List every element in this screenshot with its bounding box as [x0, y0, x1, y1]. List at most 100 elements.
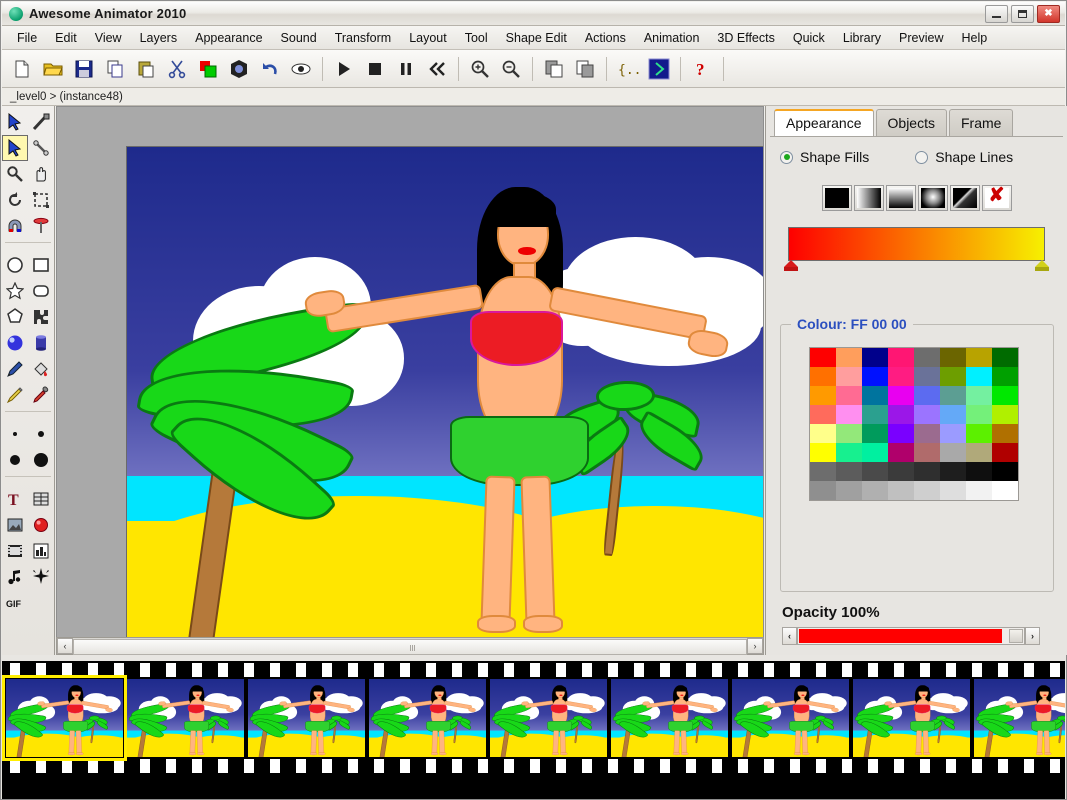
opacity-slider[interactable]: ‹ › — [782, 626, 1040, 646]
colour-swatch[interactable] — [966, 424, 992, 443]
colour-swatch[interactable] — [810, 481, 836, 500]
hand-pan-tool[interactable] — [28, 161, 54, 187]
menu-item-appearance[interactable]: Appearance — [186, 28, 271, 48]
canvas-horizontal-scrollbar[interactable]: ‹ › — [56, 637, 764, 655]
magnet-snap-tool[interactable] — [2, 213, 28, 239]
select-arrow-tool[interactable] — [2, 109, 28, 135]
colour-swatch[interactable] — [836, 405, 862, 424]
open-folder-icon[interactable] — [38, 54, 68, 84]
pause-icon[interactable] — [391, 54, 421, 84]
rounded-rect-tool[interactable] — [28, 278, 54, 304]
duplicate-front-icon[interactable] — [539, 54, 569, 84]
colour-swatch[interactable] — [940, 405, 966, 424]
effects-sparkle-tool[interactable] — [28, 564, 54, 590]
colour-swatch[interactable] — [914, 367, 940, 386]
colour-swatch[interactable] — [836, 348, 862, 367]
colour-swatch[interactable] — [862, 348, 888, 367]
colour-swatch[interactable] — [914, 481, 940, 500]
colour-swatch[interactable] — [836, 424, 862, 443]
cylinder-3d-tool[interactable] — [28, 330, 54, 356]
colour-swatch[interactable] — [966, 405, 992, 424]
filmstrip-frame[interactable] — [852, 678, 971, 758]
play-icon[interactable] — [329, 54, 359, 84]
gradient-preview-bar[interactable] — [788, 227, 1045, 261]
colour-swatch[interactable] — [888, 462, 914, 481]
filmstrip-frame[interactable] — [2, 675, 127, 761]
table-tool[interactable] — [28, 486, 54, 512]
menu-item-sound[interactable]: Sound — [272, 28, 326, 48]
duplicate-back-icon[interactable] — [570, 54, 600, 84]
line-edit-tool[interactable] — [28, 109, 54, 135]
colour-swatch[interactable] — [836, 386, 862, 405]
scroll-left-arrow-icon[interactable]: ‹ — [57, 638, 73, 654]
film-tool[interactable] — [2, 538, 28, 564]
close-button[interactable]: ✖ — [1037, 5, 1060, 23]
minimize-button[interactable] — [985, 5, 1008, 23]
menu-item-3d-effects[interactable]: 3D Effects — [708, 28, 783, 48]
linear-gradient-fill-button[interactable] — [853, 185, 884, 211]
subselect-tool[interactable] — [2, 135, 28, 161]
colour-swatch-grid[interactable] — [809, 347, 1019, 501]
sphere-3d-tool[interactable] — [2, 330, 28, 356]
swap-colors-icon[interactable] — [193, 54, 223, 84]
scrollbar-track[interactable] — [73, 638, 747, 655]
colour-swatch[interactable] — [992, 386, 1018, 405]
rectangle-tool[interactable] — [28, 252, 54, 278]
colour-swatch[interactable] — [940, 424, 966, 443]
bitmap-fill-button[interactable] — [949, 185, 980, 211]
chart-tool[interactable] — [28, 538, 54, 564]
node-edit-tool[interactable] — [28, 135, 54, 161]
gradient-editor[interactable] — [784, 227, 1049, 271]
colour-swatch[interactable] — [862, 386, 888, 405]
colour-swatch[interactable] — [888, 367, 914, 386]
menu-item-layers[interactable]: Layers — [131, 28, 187, 48]
colour-swatch[interactable] — [862, 462, 888, 481]
filmstrip-frame[interactable] — [973, 678, 1065, 758]
text-tool[interactable]: T — [2, 486, 28, 512]
brush-size-s[interactable] — [28, 421, 54, 447]
menu-item-file[interactable]: File — [8, 28, 46, 48]
colour-swatch[interactable] — [966, 443, 992, 462]
menu-item-preview[interactable]: Preview — [890, 28, 952, 48]
colour-swatch[interactable] — [836, 367, 862, 386]
colour-swatch[interactable] — [836, 443, 862, 462]
colour-swatch[interactable] — [940, 386, 966, 405]
gradient-stop-start[interactable] — [784, 260, 798, 271]
colour-swatch[interactable] — [966, 481, 992, 500]
colour-swatch[interactable] — [810, 348, 836, 367]
menu-item-tool[interactable]: Tool — [456, 28, 497, 48]
solid-fill-button[interactable] — [821, 185, 852, 211]
frame-filmstrip[interactable] — [2, 661, 1065, 799]
menu-item-layout[interactable]: Layout — [400, 28, 456, 48]
opacity-decrease-button[interactable]: ‹ — [782, 627, 797, 645]
menu-item-help[interactable]: Help — [953, 28, 997, 48]
colour-swatch[interactable] — [914, 348, 940, 367]
new-document-icon[interactable] — [7, 54, 37, 84]
sound-note-tool[interactable] — [2, 564, 28, 590]
colour-swatch[interactable] — [914, 462, 940, 481]
maximize-button[interactable] — [1011, 5, 1034, 23]
colour-swatch[interactable] — [940, 348, 966, 367]
rewind-icon[interactable] — [422, 54, 452, 84]
colour-swatch[interactable] — [836, 481, 862, 500]
menu-item-animation[interactable]: Animation — [635, 28, 709, 48]
filmstrip-frame[interactable] — [731, 678, 850, 758]
filmstrip-frame[interactable] — [610, 678, 729, 758]
puzzle-shape-tool[interactable] — [28, 304, 54, 330]
actionscript-braces-icon[interactable]: {..} — [613, 54, 643, 84]
pencil-tool[interactable] — [2, 382, 28, 408]
colour-swatch[interactable] — [992, 348, 1018, 367]
colour-swatch[interactable] — [992, 424, 1018, 443]
cut-scissors-icon[interactable] — [162, 54, 192, 84]
zoom-out-icon[interactable] — [496, 54, 526, 84]
preview-eye-icon[interactable] — [286, 54, 316, 84]
colour-swatch[interactable] — [966, 386, 992, 405]
colour-swatch[interactable] — [888, 481, 914, 500]
gradient-stop-end[interactable] — [1035, 260, 1049, 271]
colour-swatch[interactable] — [862, 481, 888, 500]
opacity-track[interactable] — [797, 627, 1025, 645]
canvas-area[interactable] — [56, 106, 764, 655]
scroll-right-arrow-icon[interactable]: › — [747, 638, 763, 654]
colour-swatch[interactable] — [914, 405, 940, 424]
colour-swatch[interactable] — [888, 443, 914, 462]
